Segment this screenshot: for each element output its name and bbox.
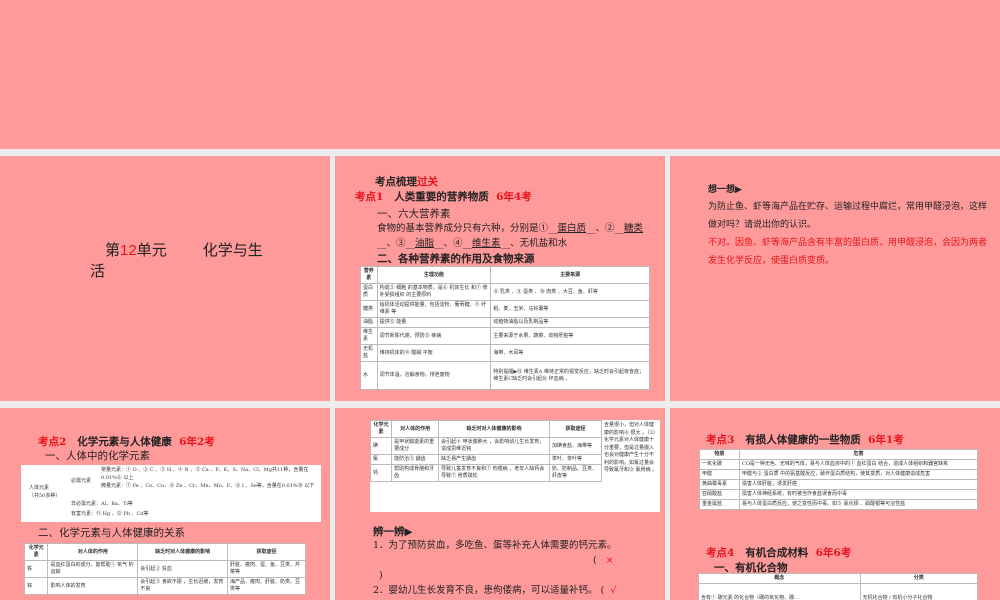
slide-harmful-substances[interactable]: 考点3 有损人体健康的一些物质 6年1考 物质 危害 一氧化碳 CO是一种无色、无味… (670, 408, 1000, 600)
subheading: 一、六大营养素 (377, 208, 451, 220)
point-title: 考点2 化学元素与人体健康 6年2考 (38, 436, 215, 448)
point-title: 考点1 人类重要的营养物质 6年4考 (355, 191, 532, 203)
side-note: 含量很小，但对人体健康的影响⑧ 很大 。（3）化学元素对人体健康十分重要，但是过… (604, 422, 658, 473)
organic-table: 概念 分类 含有① 碳元素 的化合物（碳的氧化物、碳... 无机化合物 / 有机小分… (698, 573, 979, 600)
table-row: 亚硝酸盐 损害人体神经系统，有时被当作食盐误食而中毒 (699, 489, 978, 500)
elements-table-box: 化学元素 对人体的作用 缺乏时对人体健康的影响 获取途径 碘是甲状腺激素的重要成分 会引… (369, 420, 660, 512)
answer-text: 不对。因鱼、虾等海产品含有丰富的蛋白质，用甲醛浸泡，会因为两者发生化学反应，使蛋… (708, 238, 988, 266)
elements-table: 化学元素 对人体的作用 缺乏时对人体健康的影响 获取途径 铁是血红蛋白的成分，能帮助①… (23, 543, 306, 595)
slide-top-partial[interactable] (0, 0, 1000, 149)
harmful-table: 物质 危害 一氧化碳 CO是一种无色、无味的气体，易与人体血液中的① 血红蛋白 结合… (699, 449, 978, 510)
table-row: 铁是血红蛋白的成分，能帮助① 氧气 的运输 会引起② 贫血 肝脏、瘦肉、蛋、鱼、豆类… (23, 560, 306, 578)
subheading: 一、人体中的化学元素 (45, 450, 150, 462)
question-text: 为防止鱼、虾等海产品在贮存、运输过程中腐烂，常用甲醛浸泡，这样做对吗？请说出你的… (708, 202, 988, 230)
table-row: 维生素 调节新陈代谢，预防⑬ 疾病 主要来源于水果、蔬菜、动物肝脏等 (360, 327, 650, 345)
elements-table: 化学元素 对人体的作用 缺乏时对人体健康的影响 获取途径 碘是甲状腺激素的重要成分 会引… (369, 420, 602, 482)
table-row: 一氧化碳 CO是一种无色、无味的气体，易与人体血液中的① 血红蛋白 结合，造成人体… (699, 459, 978, 470)
section-header: 考点梳理过关 (375, 176, 438, 188)
slide-nutrients[interactable]: 考点梳理过关 考点1 人类重要的营养物质 6年4考 一、六大营养素 食物的基本营… (335, 156, 665, 401)
table-row: 锌影响人体的发育 会引起③ 食欲不振 ，生长迟缓，发育不良 海产品、瘦肉、肝脏、奶类… (23, 577, 306, 595)
nutrients-table: 营养素 生理功能 主要来源 蛋白质 构成⑤ 细胞 的基本物质，是⑥ 机体生长 和⑦ 修… (360, 266, 650, 390)
intro-paragraph: 食物的基本营养成分只有六种，分别是①__蛋白质__、②__糖类__、③__油脂_… (377, 223, 644, 249)
table-row: 重金属盐 易与人体蛋白质反应，使之变性而中毒。如③ 氯化钡 、硝酸银等可溶性盐 (699, 499, 978, 510)
think-title: 想一想▶ (708, 185, 742, 195)
quiz-item: 1．为了预防贫血，多吃鱼、蛋等补充人体需要的钙元素。( × ) (373, 540, 617, 581)
quiz-item: 2．婴幼儿生长发育不良，患佝偻病，可以适量补钙。 ( √ (373, 585, 617, 596)
quiz-title: 辨一辨▶ (373, 526, 413, 538)
subheading: 二、化学元素与人体健康的关系 (38, 527, 185, 539)
slide-unit-title[interactable]: 第12单元 化学与生活 (0, 156, 330, 401)
table-row: 含有① 碳元素 的化合物（碳的氧化物、碳... 无机化合物 / 有机小分子化合物 (698, 583, 979, 600)
table-row: 油脂 提供⑫ 能量 动植物油脂以及乳制品等 (360, 317, 650, 328)
point-title: 考点3 有损人体健康的一些物质 6年1考 (706, 434, 904, 446)
slide-elements-continued[interactable]: 化学元素 对人体的作用 缺乏时对人体健康的影响 获取途径 碘是甲状腺激素的重要成分 会引… (335, 408, 665, 600)
table-row: 无机盐 维持机体的⑭ 酸碱 平衡 海带、木耳等 (360, 344, 650, 362)
table-row: 黄曲霉毒素 损害人体肝脏，诱发肝癌 (699, 479, 978, 490)
slide-think[interactable]: 想一想▶ 为防止鱼、虾等海产品在贮存、运输过程中腐烂，常用甲醛浸泡，这样做对吗？… (670, 156, 1000, 401)
table-row: 碘是甲状腺激素的重要成分 会引起④ 甲状腺肿大 ，会影响幼儿生长发育，造成思维迟钝… (369, 437, 602, 455)
slide-elements[interactable]: 考点2 化学元素与人体健康 6年2考 一、人体中的化学元素 人体元素 （共50多种… (0, 408, 330, 600)
table-row: 氟能防治⑤ 龋齿 缺乏易产生龋齿 茶叶、茶叶等 (369, 454, 602, 465)
table-row: 钙帮助构成骨骼和牙齿 导致儿童发育不良和⑦ 佝偻病 ，老年人缺钙会导致⑦ 骨质疏松… (369, 464, 602, 482)
table-row: 糖类 给机体活动提供能量，包括淀粉、葡萄糖、⑪ 纤维素 等稻、麦、玉米、马铃薯等 (360, 300, 650, 318)
element-tree: 人体元素 （共50多种） 必需元素 常量元素：① O 、② C 、③ H 、④ N… (21, 465, 321, 522)
point-title: 考点4 有机合成材料 6年6考 (706, 547, 852, 559)
subheading: 二、各种营养素的作用及食物来源 (377, 253, 535, 265)
table-row: 甲醛 甲醛与② 蛋白质 中的氨基酸反应，破坏蛋白质结构，使其变质，对人体健康造成危… (699, 469, 978, 480)
unit-title: 第12单元 化学与生活 (90, 241, 263, 280)
table-row: 水调节体温，溶解食物，排泄废物 特别提醒▶⑮ 维生素A 维持正常的视觉反应，缺乏时… (360, 361, 650, 390)
table-row: 蛋白质 构成⑤ 细胞 的基本物质，是⑥ 机体生长 和⑦ 修补受损组织 的主要原料 ⑧… (360, 283, 650, 301)
